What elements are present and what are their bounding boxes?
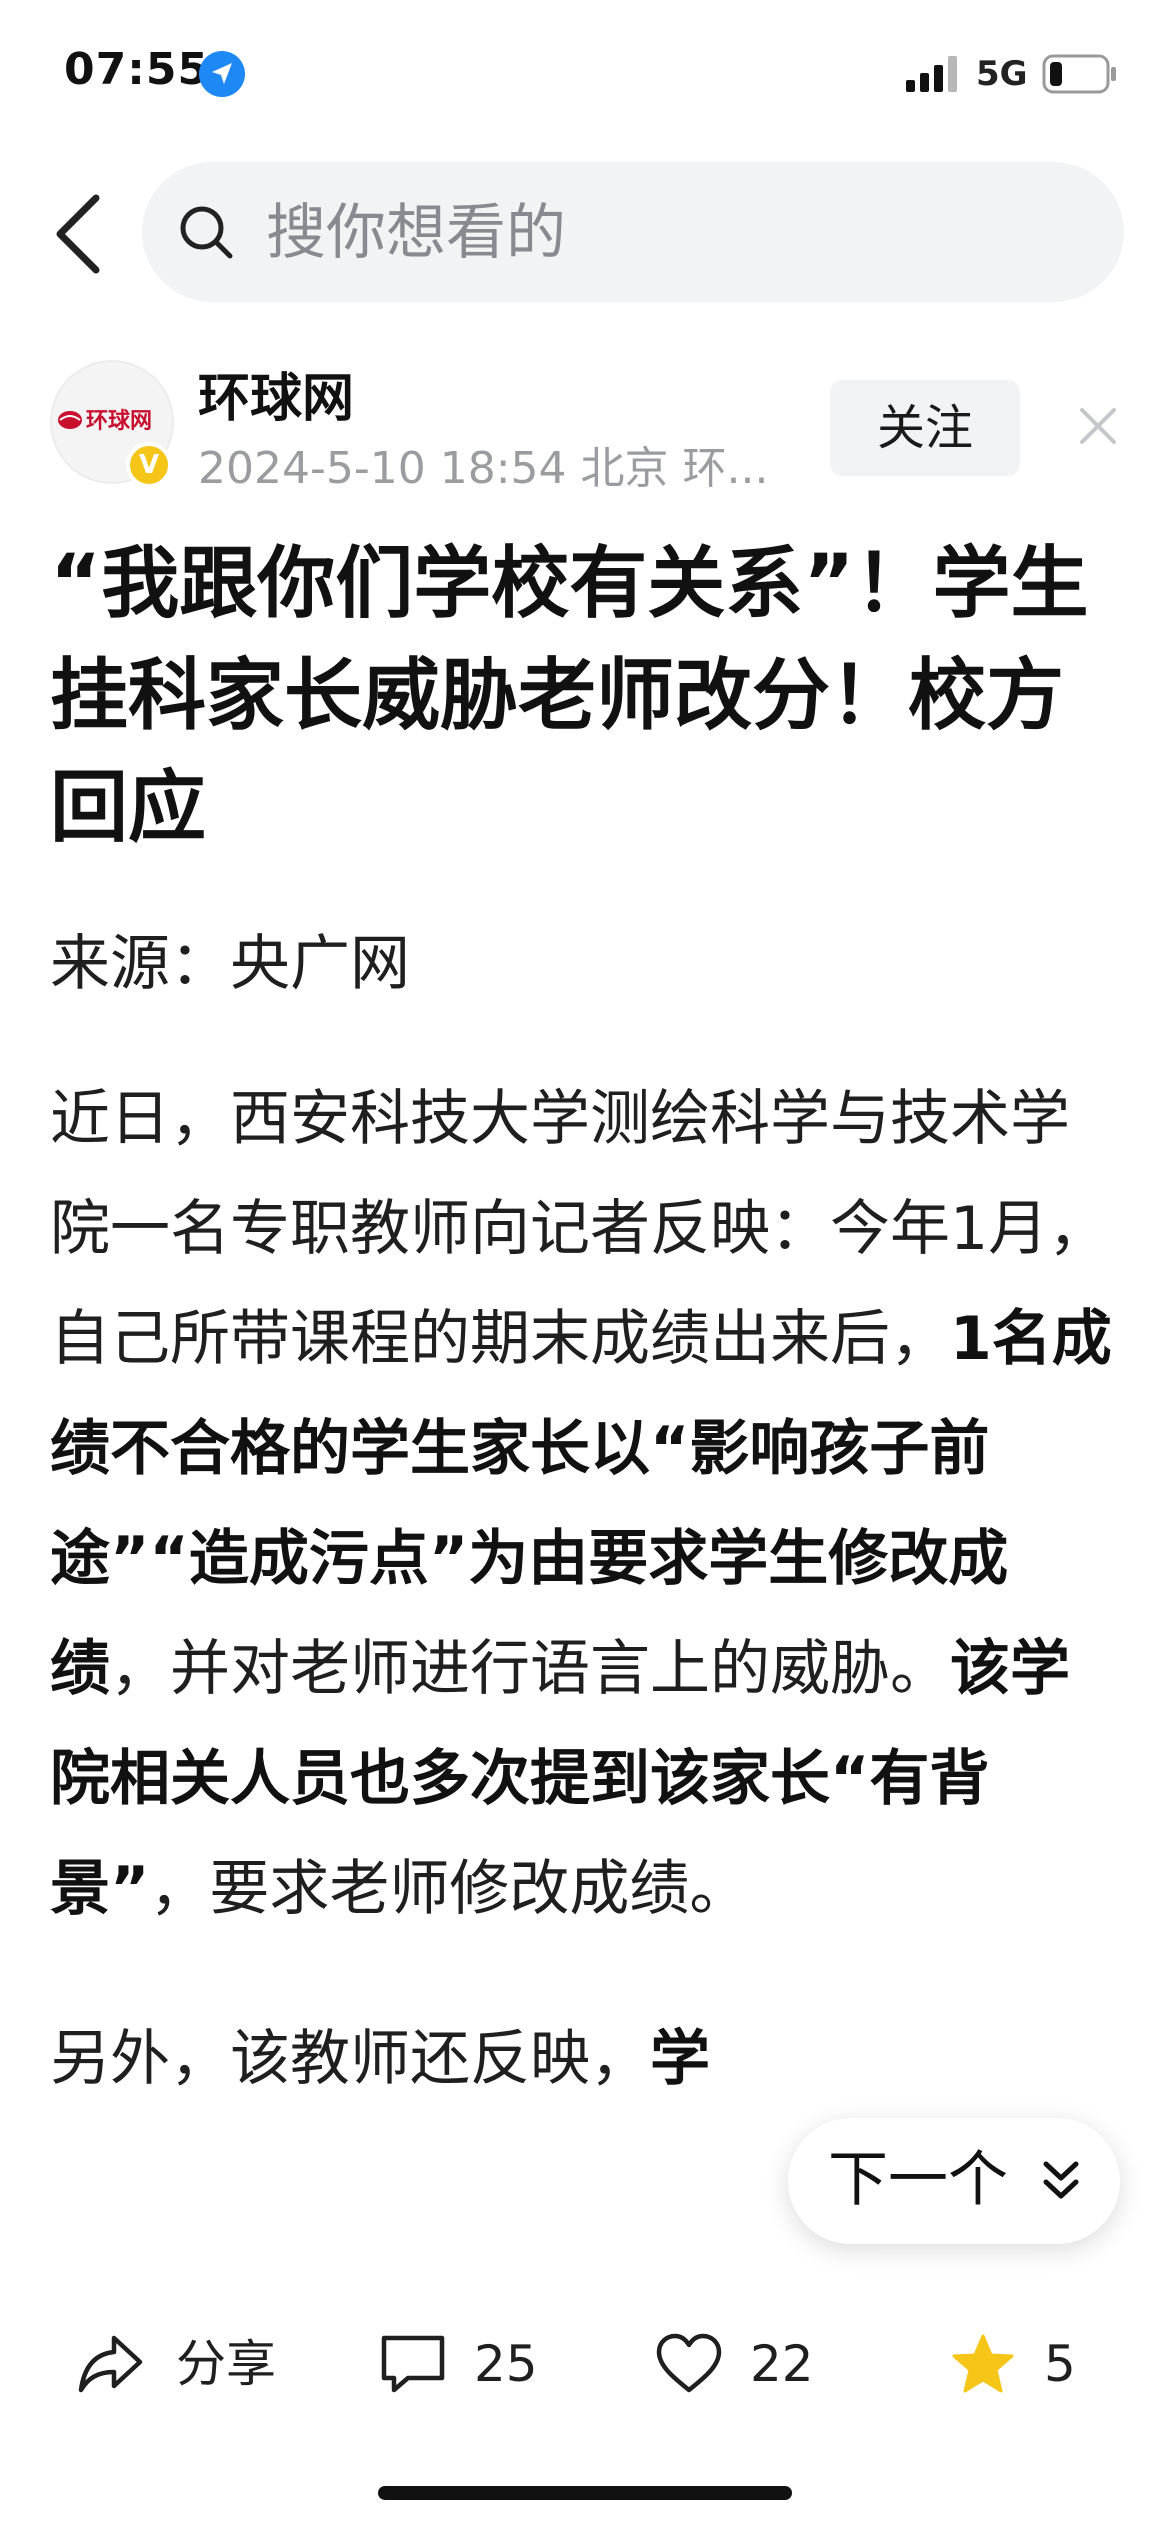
paragraph-2-bold-1: 学	[650, 2024, 710, 2094]
location-arrow-icon	[199, 51, 245, 97]
share-arrow-icon	[78, 2335, 143, 2393]
article-title: “我跟你们学校有关系”！学生挂科家长威胁老师改分！校方回应	[50, 539, 1089, 853]
comment-button[interactable]: 25	[378, 2324, 548, 2404]
avatar-logo: 环球网	[58, 409, 152, 434]
author-name[interactable]: 环球网	[198, 356, 354, 431]
article-paragraph-2: 另外，该教师还反映，学	[50, 2004, 1120, 2114]
home-indicator	[378, 2486, 792, 2500]
search-bar[interactable]: 搜你想看的	[142, 162, 1124, 302]
star-icon	[952, 2334, 1014, 2393]
favorite-button[interactable]: 5	[948, 2324, 1108, 2404]
follow-button[interactable]: 关注	[830, 380, 1020, 476]
like-button[interactable]: 22	[654, 2324, 824, 2404]
signal-bars-icon	[906, 56, 957, 92]
search-input[interactable]: 搜你想看的	[266, 198, 566, 268]
article-source: 来源：央广网	[50, 929, 410, 999]
paragraph-1-text-3: ，要求老师修改成绩。	[149, 1854, 750, 1924]
status-bar: 07:55 5G	[0, 0, 1170, 150]
back-button[interactable]	[44, 184, 114, 284]
search-icon	[180, 206, 233, 259]
chevron-double-down-icon	[1043, 2161, 1079, 2199]
network-label: 5G	[976, 54, 1028, 94]
like-count: 22	[750, 2335, 814, 2393]
verified-badge: V	[126, 442, 172, 488]
comment-bubble-icon	[381, 2335, 445, 2393]
share-label: 分享	[176, 2335, 276, 2393]
next-article-label: 下一个	[828, 2145, 1008, 2215]
favorite-count: 5	[1044, 2335, 1076, 2393]
article-body: “我跟你们学校有关系”！学生挂科家长威胁老师改分！校方回应 来源：央广网 近日，…	[50, 528, 1120, 2273]
status-time: 07:55	[64, 44, 210, 95]
comment-count: 25	[474, 2335, 538, 2393]
article-paragraph-1: 近日，西安科技大学测绘科学与技术学院一名专职教师向记者反映：今年1月，自己所带课…	[50, 1064, 1120, 1944]
share-button[interactable]: 分享	[76, 2324, 286, 2404]
battery-icon	[1042, 54, 1116, 94]
paragraph-2-text-1: 另外，该教师还反映，	[50, 2024, 650, 2094]
paragraph-1-text-2: ，并对老师进行语言上的威胁。	[110, 1634, 950, 1704]
avatar-logo-text: 环球网	[86, 409, 152, 434]
heart-icon	[656, 2333, 722, 2393]
post-meta: 2024-5-10 18:54 北京 环...	[198, 443, 769, 494]
close-icon[interactable]	[1076, 404, 1120, 448]
next-article-button[interactable]: 下一个	[788, 2118, 1120, 2244]
